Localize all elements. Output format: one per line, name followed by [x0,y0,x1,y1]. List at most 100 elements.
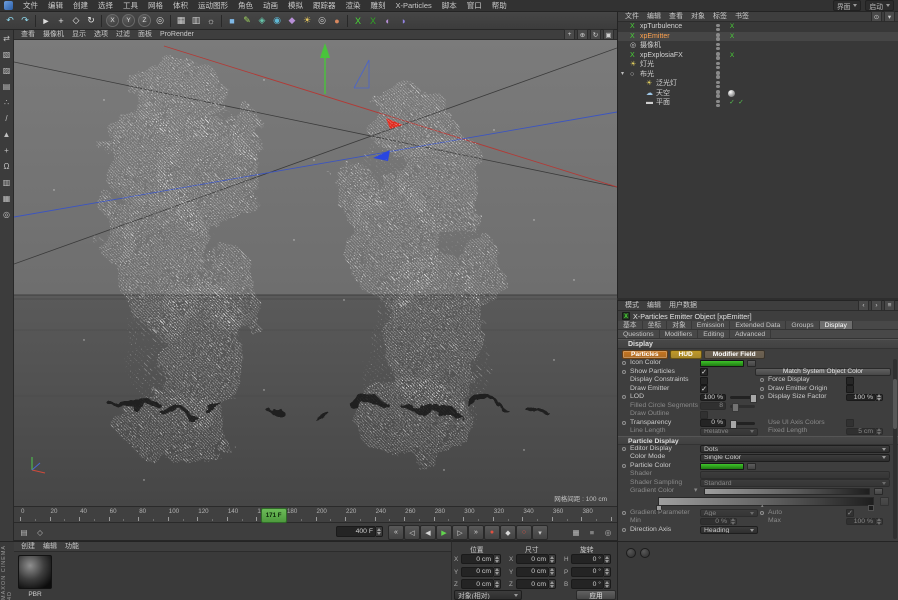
auto-anim-dot[interactable] [760,510,764,515]
gradient-editor-bar[interactable] [658,496,874,506]
editor-visibility-dot[interactable] [716,52,720,56]
editor-visibility-dot[interactable] [716,23,720,27]
end-frame-spinner[interactable] [376,526,383,537]
mograph-button[interactable]: ◉ [270,14,284,28]
gradient-color-gradient-bar[interactable] [704,488,870,495]
make-editable-icon[interactable]: ⇄ [1,33,12,44]
xp-tag-icon[interactable]: X [728,23,736,31]
next-frame-button[interactable]: ▷ [452,525,468,540]
menubar-item-item[interactable]: 网格 [143,0,168,12]
filled-circle-segments-slider[interactable] [730,402,755,412]
previous-frame-button[interactable]: ◀ [420,525,436,540]
subtab-particles[interactable]: Particles [622,349,668,359]
menubar-item-x-particles[interactable]: X-Particles [391,0,437,12]
lod-value[interactable]: 100 % [700,393,726,401]
hud-icon[interactable]: ◎ [602,526,614,538]
tab-modifiers[interactable]: Modifiers [660,330,699,338]
min-spinner[interactable] [730,517,737,525]
material-ball-button[interactable]: ● [330,14,344,28]
particle-color-swatch[interactable] [700,462,744,470]
zoom-view-icon[interactable]: ⊕ [577,29,588,40]
render-visibility-dot[interactable] [716,75,720,79]
round-badge-icon-2[interactable] [640,548,650,558]
y-axis-lock-button[interactable]: Y [122,14,135,27]
menubar-item-item[interactable]: 脚本 [437,0,462,12]
editor-display-anim-dot[interactable] [622,446,626,451]
force-display-anim-dot[interactable] [760,378,764,382]
menubar-item-item[interactable]: 窗口 [462,0,487,12]
render-settings-button[interactable]: ☼ [204,14,218,28]
playback-options-button[interactable]: ▾ [532,525,548,540]
gradient-color-gradient-button[interactable] [874,488,883,495]
rotate-tool-icon[interactable]: ↻ [84,14,98,28]
round-badge-icon-1[interactable] [626,548,636,558]
coord-field-item-x[interactable]: 0 cm [461,554,494,564]
object-row-xpturbulence[interactable]: XxpTurbulence X [618,22,898,32]
editor-display-dropdown[interactable]: Dots [700,445,890,453]
layout-select-item[interactable]: 启动 [865,0,894,11]
object-row-item[interactable]: ☀ 泛光灯 [618,79,898,89]
icon-color-swatch[interactable] [700,360,744,367]
display-constraints-checkbox[interactable] [700,376,708,385]
menubar-item-item[interactable]: 角色 [233,0,258,12]
direction-axis-anim-dot[interactable] [622,527,626,532]
polygons-mode-icon[interactable]: ▲ [1,129,12,140]
menubar-item-item[interactable]: 创建 [68,0,93,12]
edges-mode-icon[interactable]: / [1,113,12,124]
menubar-item-item[interactable]: 编辑 [43,0,68,12]
lod-slider[interactable] [730,394,757,403]
shader-sampling-dropdown[interactable]: Standard [700,479,890,487]
object-menu-item[interactable]: 查看 [665,12,687,22]
editor-visibility-dot[interactable] [716,80,720,84]
end-frame-field[interactable]: 400 F [336,526,383,537]
coord-field-item-p[interactable]: 0 ° [571,566,604,577]
render-visibility-dot[interactable] [716,94,720,98]
draw-emitter-checkbox[interactable]: ✓ [700,385,708,393]
viewport-menu-item[interactable]: 过滤 [112,30,134,40]
viewport-menu-prorender[interactable]: ProRender [156,30,198,40]
object-row-item[interactable]: ☁ 天空 [618,89,898,99]
object-row-xpemitter[interactable]: XxpEmitter X [618,31,898,41]
previous-key-button[interactable]: ◁ [404,525,420,540]
material-tag-icon[interactable] [728,89,735,97]
deformer-button[interactable]: ◆ [285,14,299,28]
shader-texture-field[interactable] [700,470,890,479]
om-search-icon[interactable]: ⊙ [871,11,882,22]
timeline-ruler[interactable]: 0204060801001201401601802002202402602803… [14,506,617,523]
attribute-menu-item[interactable]: 用户数据 [665,301,701,311]
tab-item[interactable]: 对象 [667,321,692,329]
editor-visibility-dot[interactable] [716,99,720,103]
tab-emission[interactable]: Emission [692,321,731,329]
coord-field-item-b[interactable]: 0 ° [571,579,604,589]
goto-end-button[interactable]: » [468,525,484,540]
subtab-modifier-field[interactable]: Modifier Field [703,349,765,359]
object-row-item[interactable]: ▬ 平面 ✓ ✓ [618,98,898,108]
material-thumbnail-pbr[interactable] [18,555,52,589]
fixed-length-value[interactable]: 5 cm [846,427,876,435]
coord-spinner[interactable] [549,566,556,577]
live-selection-icon[interactable]: ► [39,14,53,28]
tab-advanced[interactable]: Advanced [730,330,772,338]
xp-tag-icon[interactable]: X [728,52,736,60]
lod-anim-dot[interactable] [622,395,626,399]
render-visibility-dot[interactable] [716,46,720,50]
render-visibility-dot[interactable] [716,103,720,107]
display-size-factor-anim-dot[interactable] [760,395,764,399]
keyframe-selection-button[interactable]: ◆ [500,525,516,540]
fixed-length-spinner[interactable] [876,427,883,435]
transparency-slider[interactable] [730,419,755,429]
timeline-layout-icon[interactable]: ▤ [18,526,30,538]
menubar-item-item[interactable]: 体积 [168,0,193,12]
material-menu-item[interactable]: 编辑 [39,542,61,552]
check-tag-icon[interactable]: ✓ [737,99,745,107]
icon-color-anim-dot[interactable] [622,361,626,365]
coordinate-system-button[interactable]: ◎ [153,14,167,28]
filled-circle-segments-value[interactable]: 8 [700,402,726,410]
use-ui-axis-colors-checkbox[interactable] [846,419,854,427]
volume-button[interactable]: ◑ [396,14,410,28]
coord-spinner[interactable] [494,566,501,577]
render-view-button[interactable]: ▦ [174,14,188,28]
show-particles-anim-dot[interactable] [622,369,626,374]
render-visibility-dot[interactable] [716,65,720,69]
coord-spinner[interactable] [604,566,611,577]
